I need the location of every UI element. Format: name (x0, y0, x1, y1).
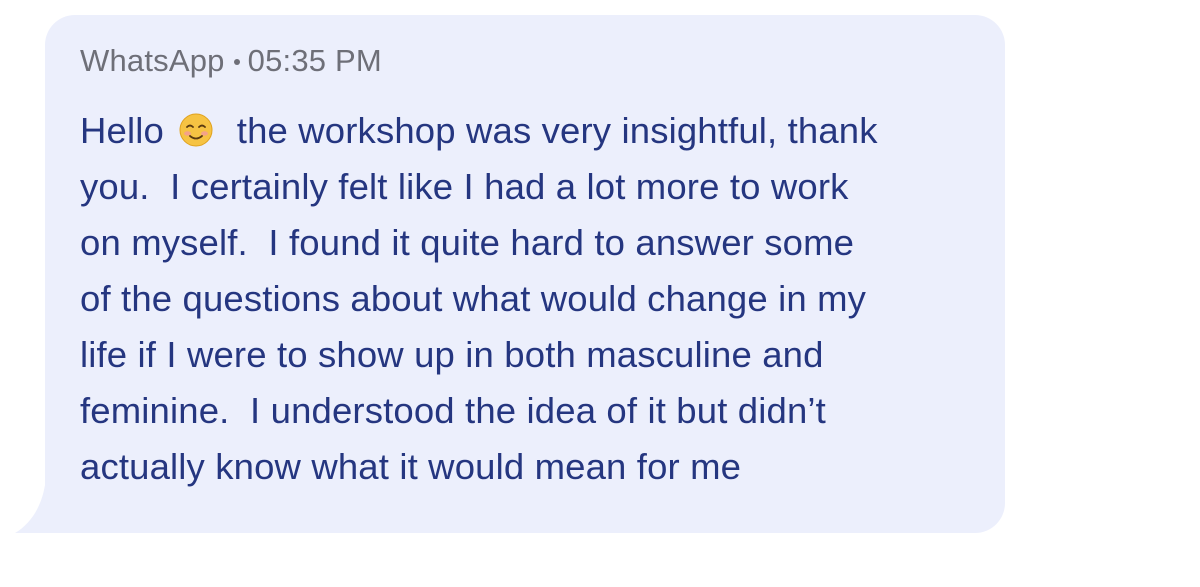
message-time: 05:35 PM (247, 43, 382, 78)
smiling-face-icon (179, 113, 213, 147)
message-line: actually know what it would mean for me (80, 446, 742, 487)
message-meta: WhatsApp 05:35 PM (80, 41, 971, 81)
separator-dot-icon (233, 59, 240, 65)
greeting-text: Hello (80, 110, 175, 151)
app-name: WhatsApp (80, 43, 225, 78)
message-line-1-text: the workshop was very insightful, thank (216, 110, 878, 151)
notification-canvas: WhatsApp 05:35 PM Hello the workshop was… (0, 0, 1200, 587)
message-line: life if I were to show up in both mascul… (80, 334, 824, 375)
message-line: you. I certainly felt like I had a lot m… (80, 166, 849, 207)
message-line: on myself. I found it quite hard to answ… (80, 222, 855, 263)
message-line: of the questions about what would change… (80, 278, 867, 319)
message-bubble[interactable]: WhatsApp 05:35 PM Hello the workshop was… (45, 15, 1005, 533)
message-text: Hello the workshop was very insightful, … (80, 103, 971, 495)
message-line: feminine. I understood the idea of it bu… (80, 390, 826, 431)
message-line: Hello the workshop was very insightful, … (80, 103, 971, 159)
